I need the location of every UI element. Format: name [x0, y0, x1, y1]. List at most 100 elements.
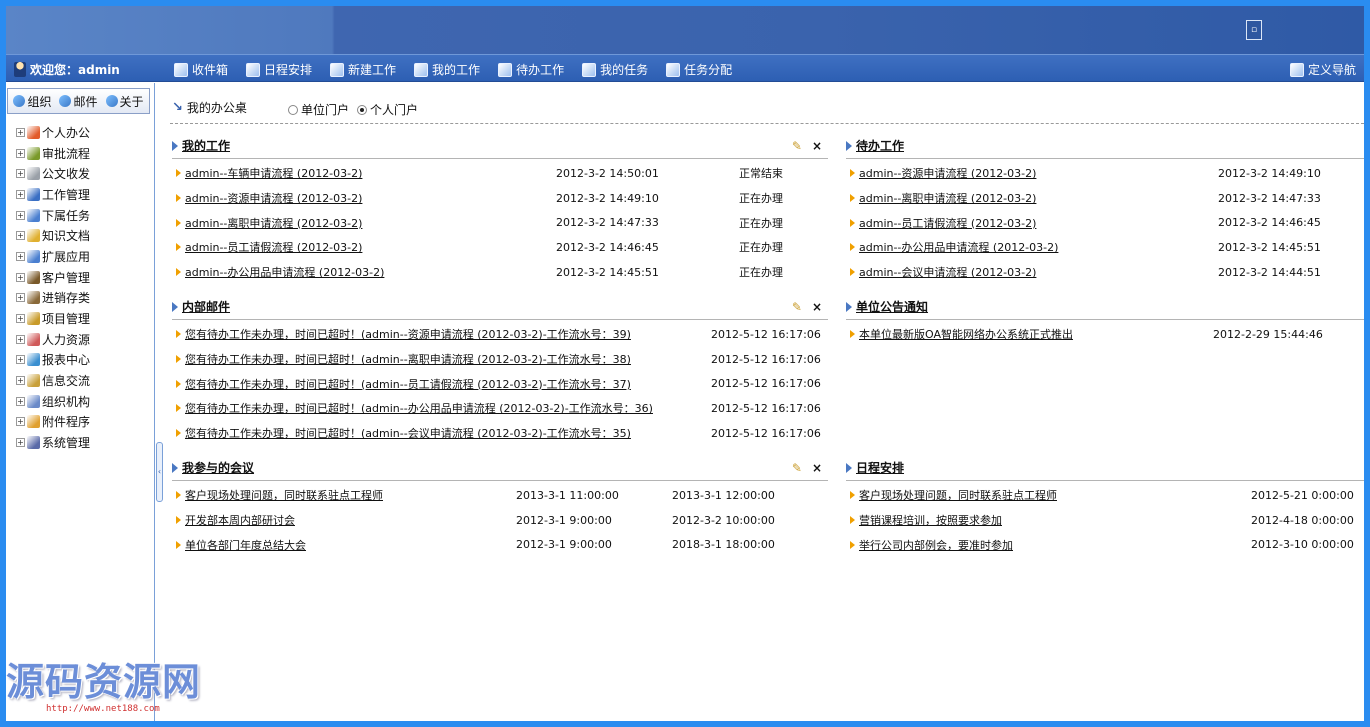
assign-icon [666, 62, 681, 77]
expand-icon[interactable]: + [16, 376, 25, 386]
tree-item[interactable]: + 报表中心 [6, 350, 154, 371]
bullet-icon [850, 540, 855, 549]
menu-my-tasks[interactable]: 我的任务 [582, 61, 648, 78]
item-link[interactable]: admin--办公用品申请流程 (2012-03-2) [185, 264, 384, 280]
main-menu: 收件箱 日程安排 新建工作 我的工作 待办工作 我的任务 任务分配 [174, 61, 750, 78]
item-link[interactable]: admin--离职申请流程 (2012-03-2) [185, 215, 362, 231]
item-link[interactable]: 您有待办工作未办理，时间已超时！(admin--会议申请流程 (2012-03-… [185, 425, 631, 441]
close-icon[interactable]: × [812, 300, 822, 314]
expand-icon[interactable]: + [16, 272, 25, 282]
menu-assign[interactable]: 任务分配 [666, 61, 732, 78]
expand-icon[interactable]: + [16, 251, 25, 261]
expand-icon[interactable]: + [16, 127, 25, 137]
edit-icon[interactable]: ✎ [792, 461, 802, 475]
expand-icon[interactable]: + [16, 169, 25, 179]
sidebar-tab-about[interactable]: 关于 [105, 93, 144, 110]
tree-item[interactable]: + 个人办公 [6, 122, 154, 143]
watermark-text: 源码资源网 [6, 660, 202, 704]
item-link[interactable]: 您有待办工作未办理，时间已超时！(admin--离职申请流程 (2012-03-… [185, 351, 631, 367]
portal-radio-unit[interactable]: 单位门户 [288, 101, 349, 118]
menu-my-work[interactable]: 我的工作 [414, 61, 480, 78]
menu-new-work[interactable]: 新建工作 [330, 61, 396, 78]
list-item: admin--办公用品申请流程 (2012-03-2) 2012-3-2 14:4… [172, 260, 828, 285]
triangle-icon [846, 301, 852, 312]
item-link[interactable]: 营销课程培训，按照要求参加 [859, 512, 1002, 528]
portal-radio-personal[interactable]: 个人门户 [357, 101, 418, 118]
sidebar-tab-org[interactable]: 组织 [13, 93, 51, 110]
edit-icon[interactable]: ✎ [792, 139, 802, 153]
menu-item-label: 我的工作 [432, 63, 481, 77]
expand-icon[interactable]: + [16, 314, 25, 324]
arrow-icon: ↘ [172, 100, 183, 115]
expand-icon[interactable]: + [16, 396, 25, 406]
tree-item[interactable]: + 公文收发 [6, 163, 154, 184]
new-work-icon [330, 62, 345, 77]
item-link[interactable]: admin--资源申请流程 (2012-03-2) [185, 190, 362, 206]
tree-item[interactable]: + 进销存类 [6, 288, 154, 309]
breadcrumb-label: 我的办公桌 [186, 101, 247, 115]
expand-icon[interactable]: + [16, 438, 25, 448]
sidebar-tab-mail[interactable]: 邮件 [59, 93, 98, 110]
item-link[interactable]: admin--资源申请流程 (2012-03-2) [859, 165, 1036, 181]
item-link[interactable]: 单位各部门年度总结大会 [185, 537, 306, 553]
expand-icon[interactable]: + [16, 210, 25, 220]
item-link[interactable]: admin--会议申请流程 (2012-03-2) [859, 264, 1036, 280]
panel-title[interactable]: 待办工作 [856, 137, 904, 154]
item-link[interactable]: 客户现场处理问题，同时联系驻点工程师 [859, 487, 1057, 503]
list-item: 举行公司内部例会，要准时参加 2012-3-10 0:00:00 [846, 532, 1364, 557]
bullet-icon [176, 218, 181, 227]
panel-title[interactable]: 我的工作 [182, 137, 230, 154]
expand-icon[interactable]: + [16, 293, 25, 303]
custom-nav-link[interactable]: 定义导航 [1289, 61, 1356, 78]
tree-item[interactable]: + 知识文档 [6, 225, 154, 246]
banner-toggle-button[interactable]: ▫ [1246, 20, 1262, 40]
tree-item[interactable]: + 工作管理 [6, 184, 154, 205]
item-link[interactable]: admin--员工请假流程 (2012-03-2) [185, 239, 362, 255]
item-time: 2012-5-12 16:17:06 [711, 401, 821, 415]
item-time: 2012-3-2 14:46:45 [1218, 216, 1321, 230]
panel-title[interactable]: 单位公告通知 [856, 298, 928, 315]
menu-todo[interactable]: 待办工作 [498, 61, 564, 78]
tree-item[interactable]: + 附件程序 [6, 412, 154, 433]
tree-item[interactable]: + 信息交流 [6, 370, 154, 391]
panel-title[interactable]: 日程安排 [856, 459, 904, 476]
item-end: 2013-3-1 12:00:00 [672, 488, 775, 502]
menu-item-label: 待办工作 [516, 63, 565, 77]
item-link[interactable]: 客户现场处理问题，同时联系驻点工程师 [185, 487, 383, 503]
item-link[interactable]: admin--员工请假流程 (2012-03-2) [859, 215, 1036, 231]
expand-icon[interactable]: + [16, 231, 25, 241]
tree-item[interactable]: + 审批流程 [6, 143, 154, 164]
item-time: 2012-5-21 0:00:00 [1251, 488, 1354, 502]
expand-icon[interactable]: + [16, 334, 25, 344]
item-link[interactable]: admin--办公用品申请流程 (2012-03-2) [859, 239, 1058, 255]
bullet-icon [850, 169, 855, 178]
item-link[interactable]: 您有待办工作未办理，时间已超时！(admin--办公用品申请流程 (2012-0… [185, 400, 653, 416]
tree-item[interactable]: + 扩展应用 [6, 246, 154, 267]
tree-item[interactable]: + 下属任务 [6, 205, 154, 226]
menu-schedule[interactable]: 日程安排 [246, 61, 312, 78]
close-icon[interactable]: × [812, 139, 822, 153]
item-link[interactable]: 举行公司内部例会，要准时参加 [859, 537, 1013, 553]
panel-title[interactable]: 内部邮件 [182, 298, 230, 315]
tree-item-label: 进销存类 [42, 291, 91, 306]
panel-title[interactable]: 我参与的会议 [182, 459, 254, 476]
item-link[interactable]: 您有待办工作未办理，时间已超时！(admin--员工请假流程 (2012-03-… [185, 376, 631, 392]
menu-inbox[interactable]: 收件箱 [174, 61, 228, 78]
tree-item[interactable]: + 客户管理 [6, 267, 154, 288]
tree-item[interactable]: + 系统管理 [6, 432, 154, 453]
expand-icon[interactable]: + [16, 417, 25, 427]
tree-item[interactable]: + 组织机构 [6, 391, 154, 412]
item-link[interactable]: 开发部本周内部研讨会 [185, 512, 295, 528]
item-link[interactable]: 本单位最新版OA智能网络办公系统正式推出 [859, 326, 1073, 342]
expand-icon[interactable]: + [16, 148, 25, 158]
close-icon[interactable]: × [812, 461, 822, 475]
expand-icon[interactable]: + [16, 355, 25, 365]
item-link[interactable]: admin--离职申请流程 (2012-03-2) [859, 190, 1036, 206]
schedule-icon [246, 62, 261, 77]
tree-item[interactable]: + 人力资源 [6, 329, 154, 350]
tree-item[interactable]: + 项目管理 [6, 308, 154, 329]
item-link[interactable]: 您有待办工作未办理，时间已超时！(admin--资源申请流程 (2012-03-… [185, 326, 631, 342]
item-link[interactable]: admin--车辆申请流程 (2012-03-2) [185, 165, 362, 181]
edit-icon[interactable]: ✎ [792, 300, 802, 314]
expand-icon[interactable]: + [16, 189, 25, 199]
